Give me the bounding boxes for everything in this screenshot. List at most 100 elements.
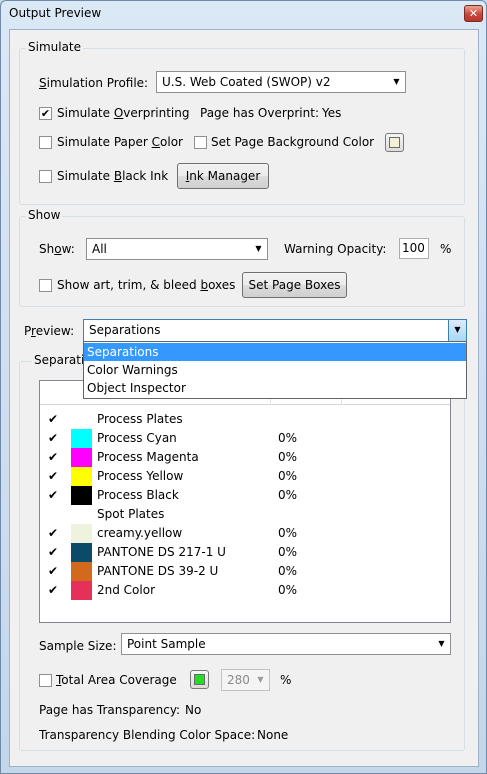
preview-option-object-inspector[interactable]: Object Inspector — [84, 379, 466, 397]
warning-opacity-input[interactable]: 100 — [399, 238, 429, 259]
preview-select[interactable]: Separations ▼ — [83, 319, 467, 342]
simulate-black-ink-label: Simulate Black Ink — [57, 169, 168, 183]
total-area-coverage-label: Total Area Coverage — [56, 673, 177, 687]
total-area-coverage-checkbox[interactable] — [39, 674, 52, 687]
ink-name: PANTONE DS 39-2 U — [97, 564, 219, 578]
show-label-rest: w: — [61, 242, 75, 256]
warning-opacity-value: 100 — [402, 241, 425, 255]
title-bar[interactable]: Output Preview ✕ — [1, 1, 486, 27]
show-value: All — [92, 242, 107, 256]
show-label-mnemonic: o — [54, 242, 62, 256]
ink-coverage: 0% — [278, 450, 298, 464]
ink-color-swatch — [71, 429, 92, 448]
show-legend: Show — [26, 208, 63, 222]
simulate-paper-color-label-text: Simulate Paper — [57, 135, 152, 149]
simulate-overprinting-checkbox[interactable]: ✔ — [39, 107, 52, 120]
separation-row[interactable]: ✔ Process Yellow 0% — [40, 467, 450, 486]
ink-manager-label: nk Manager — [189, 169, 261, 183]
simulation-profile-label-mnemonic: S — [39, 76, 47, 90]
simulate-legend: Simulate — [26, 40, 84, 54]
row-checkmark-icon[interactable]: ✔ — [48, 526, 58, 540]
separation-row[interactable]: Spot Plates — [40, 505, 450, 524]
ink-name: creamy.yellow — [97, 526, 183, 540]
page-background-swatch — [389, 137, 400, 148]
chevron-down-icon: ▼ — [257, 675, 264, 684]
show-label: Show: — [39, 242, 75, 256]
blending-color-space-value: None — [257, 728, 289, 742]
separation-row[interactable]: ✔ Process Black 0% — [40, 486, 450, 505]
ink-coverage: 0% — [278, 469, 298, 483]
simulate-paper-color-mnemonic: C — [151, 135, 161, 149]
sample-size-label: Sample Size: — [39, 639, 117, 653]
warning-opacity-percent: % — [440, 242, 452, 256]
chevron-down-icon: ▼ — [438, 639, 445, 648]
show-select[interactable]: All ▼ — [86, 238, 268, 260]
simulate-paper-color-checkbox[interactable] — [39, 136, 52, 149]
ink-color-swatch — [71, 467, 92, 486]
ink-coverage: 0% — [278, 545, 298, 559]
set-page-background-checkbox[interactable] — [194, 136, 207, 149]
show-boxes-mnemonic: b — [200, 278, 209, 292]
simulate-group: Simulate Simulation Profile: U.S. Web Co… — [19, 40, 465, 205]
sample-size-value: Point Sample — [127, 637, 206, 651]
separation-row[interactable]: ✔ Process Magenta 0% — [40, 448, 450, 467]
simulation-profile-label-text: imulation Profile: — [46, 76, 149, 90]
ink-manager-button[interactable]: Ink Manager — [177, 163, 269, 189]
set-page-boxes-button[interactable]: Set Page Boxes — [242, 272, 347, 298]
dialog-body: Simulate Simulation Profile: U.S. Web Co… — [9, 29, 479, 767]
row-checkmark-icon[interactable]: ✔ — [48, 583, 58, 597]
chevron-down-icon: ▼ — [393, 77, 400, 86]
total-area-coverage-color-button[interactable] — [190, 670, 209, 689]
ink-color-swatch — [71, 562, 92, 581]
separation-row[interactable]: ✔ creamy.yellow 0% — [40, 524, 450, 543]
ink-color-swatch — [71, 524, 92, 543]
total-area-coverage-value: 280 — [227, 673, 250, 687]
simulation-profile-value: U.S. Web Coated (SWOP) v2 — [162, 75, 331, 89]
preview-dropdown-list: Separations Color Warnings Object Inspec… — [83, 341, 467, 399]
simulation-profile-select[interactable]: U.S. Web Coated (SWOP) v2 ▼ — [156, 71, 406, 93]
row-checkmark-icon[interactable]: ✔ — [48, 431, 58, 445]
close-button[interactable]: ✕ — [464, 5, 483, 22]
show-boxes-label: Show art, trim, & bleed boxes — [57, 278, 235, 292]
simulate-paper-color-label-rest: olor — [160, 135, 183, 149]
chevron-down-icon: ▼ — [255, 244, 262, 253]
simulate-black-ink-checkbox[interactable] — [39, 170, 52, 183]
ink-coverage: 0% — [278, 583, 298, 597]
ink-coverage: 0% — [278, 488, 298, 502]
simulate-paper-color-label: Simulate Paper Color — [57, 135, 183, 149]
total-area-coverage-select[interactable]: 280 ▼ — [221, 669, 270, 691]
chevron-down-icon[interactable]: ▼ — [448, 320, 466, 341]
sample-size-select[interactable]: Point Sample ▼ — [121, 633, 451, 655]
separation-row[interactable]: ✔ 2nd Color 0% — [40, 581, 450, 600]
page-overprint-value: Yes — [322, 106, 342, 120]
separation-row[interactable]: ✔ Process Plates — [40, 410, 450, 429]
simulate-black-ink-label-rest: lack Ink — [122, 169, 169, 183]
row-checkmark-icon[interactable]: ✔ — [48, 564, 58, 578]
show-boxes-label-text: Show art, trim, & bleed — [57, 278, 201, 292]
separations-list[interactable]: ✔ Process Plates ✔ Process Cyan 0% ✔ Process M… — [39, 380, 451, 623]
ink-name: Spot Plates — [97, 507, 165, 521]
ink-name: PANTONE DS 217-1 U — [97, 545, 226, 559]
simulate-overprinting-label-text: Simulate — [57, 106, 114, 120]
separation-row[interactable]: ✔ Process Cyan 0% — [40, 429, 450, 448]
window-title: Output Preview — [9, 6, 102, 20]
show-boxes-checkbox[interactable] — [39, 279, 52, 292]
row-checkmark-icon[interactable]: ✔ — [48, 450, 58, 464]
preview-option-separations[interactable]: Separations — [84, 343, 466, 361]
row-checkmark-icon[interactable]: ✔ — [48, 412, 58, 426]
preview-label-text: P — [24, 324, 32, 338]
simulate-overprinting-mnemonic: O — [113, 106, 124, 120]
simulate-overprinting-label: Simulate Overprinting — [57, 106, 189, 120]
preview-option-color-warnings[interactable]: Color Warnings — [84, 361, 466, 379]
page-transparency-label: Page has Transparency: — [39, 703, 181, 717]
row-checkmark-icon[interactable]: ✔ — [48, 488, 58, 502]
row-checkmark-icon[interactable]: ✔ — [48, 545, 58, 559]
page-background-color-button[interactable] — [385, 133, 404, 152]
output-preview-window: Output Preview ✕ Simulate Simulation Pro… — [0, 0, 487, 774]
separation-row[interactable]: ✔ PANTONE DS 39-2 U 0% — [40, 562, 450, 581]
ink-name: Process Yellow — [97, 469, 184, 483]
row-checkmark-icon[interactable]: ✔ — [48, 469, 58, 483]
separation-row[interactable]: ✔ PANTONE DS 217-1 U 0% — [40, 543, 450, 562]
preview-label-rest: eview: — [35, 324, 75, 338]
ink-color-swatch — [71, 448, 92, 467]
